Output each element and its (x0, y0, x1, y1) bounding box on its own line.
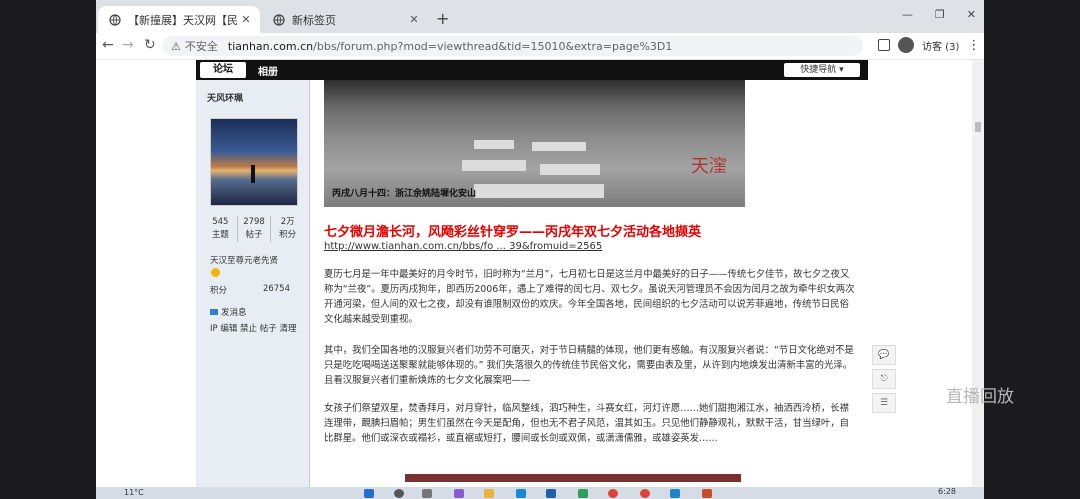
profile-label[interactable]: 访客 (3) (922, 38, 959, 53)
tab-title: 【新撞展】天汉网【民族传统礼仪 (128, 13, 238, 27)
start-icon[interactable] (364, 489, 374, 498)
warning-icon[interactable]: ⚠ (171, 40, 181, 53)
app-icon[interactable] (454, 489, 464, 498)
globe-icon (108, 13, 122, 27)
maximize-icon[interactable]: ❐ (935, 8, 945, 21)
stat-label: 积分 (279, 230, 297, 240)
close-window-icon[interactable]: ✕ (967, 8, 976, 21)
browser-toolbar: ← → ↻ ⚠ 不安全 tianhan.com.cn/bbs/forum.php… (96, 33, 984, 60)
chevron-down-icon: ▾ (839, 65, 844, 75)
security-label: 不安全 (184, 40, 218, 53)
forum-nav-bar: 论坛 相册 快捷导航 ▾ (196, 60, 868, 80)
app-icon[interactable] (670, 489, 680, 498)
stone-slab (474, 140, 514, 149)
author-rank: 天汉至尊元老先贤 (210, 256, 279, 266)
rank-star-icon (211, 268, 220, 277)
post-title: 七夕微月澹长河，风飏彩丝针穿罗——丙戌年双七夕活动各地撷英 (324, 225, 702, 240)
author-stats: 545 主题 2798 帖子 2万积分 (204, 216, 304, 242)
stone-slab (474, 184, 604, 198)
weather-widget[interactable]: 11°C (124, 488, 144, 497)
profile-avatar-icon[interactable] (898, 37, 914, 53)
post-link[interactable]: http://www.tianhan.com.cn/bbs/fo ... 39&… (324, 241, 602, 252)
minimize-icon[interactable]: — (902, 8, 913, 21)
chrome-icon[interactable] (608, 489, 618, 498)
tab-tianhan[interactable]: 【新撞展】天汉网【民族传统礼仪 ✕ (98, 6, 260, 33)
edge-icon[interactable] (516, 489, 526, 498)
post-content: 丙戌八月十四：浙江余姚陆墀化安山 天漥 七夕微月澹长河，风飏彩丝针穿罗——丙戌年… (309, 80, 869, 499)
new-tab-button[interactable]: + (436, 9, 449, 28)
next-image-edge (405, 474, 741, 482)
stone-slab (462, 160, 526, 171)
quick-nav-label: 快捷导航 (800, 65, 837, 75)
page-viewport: 论坛 相册 快捷导航 ▾ 天风环珮 545 主题 2798 帖子 2万积分 天汉至尊… (96, 60, 984, 499)
stat-value: 545 (212, 217, 229, 227)
folder-icon[interactable] (484, 489, 494, 498)
back-icon[interactable]: ← (102, 37, 114, 53)
url-path: /bbs/forum.php?mod=viewthread&tid=15010&… (313, 39, 673, 53)
stat-posts[interactable]: 2798 帖子 (238, 216, 272, 242)
stone-slab (540, 164, 600, 175)
album-link[interactable]: 相册 (258, 63, 278, 78)
post-paragraph: 其中，我们全国各地的汉服复兴者们功劳不可磨灭，对于节日精髓的体现，他们更有感触。… (324, 345, 854, 386)
send-message-link[interactable]: 发消息 (210, 306, 247, 318)
forum-logo[interactable]: 论坛 (200, 62, 246, 78)
comment-icon[interactable]: 💬 (872, 345, 896, 365)
envelope-icon (210, 309, 218, 315)
url-text[interactable]: tianhan.com.cn/bbs/forum.php?mod=viewthr… (228, 40, 673, 53)
search-icon[interactable] (394, 489, 404, 498)
task-view-icon[interactable] (422, 489, 432, 498)
stat-value: 2798 (243, 217, 265, 227)
forward-icon[interactable]: → (122, 37, 134, 53)
browser-window: 【新撞展】天汉网【民族传统礼仪 ✕ 新标签页 ✕ + — ❐ ✕ ← → ↻ ⚠… (96, 0, 984, 499)
side-panel-icon[interactable] (878, 39, 890, 51)
post-paragraph: 夏历七月是一年中最美好的月令时节，旧时称为“兰月”，七月初七日是这兰月中最美好的… (324, 269, 855, 325)
chrome-icon[interactable] (640, 489, 650, 498)
windows-taskbar: 11°C 6:28 (96, 487, 984, 499)
live-replay-overlay: 直播回放 (946, 387, 1014, 407)
clock[interactable]: 6:28 (938, 487, 956, 496)
address-bar[interactable]: ⚠ 不安全 tianhan.com.cn/bbs/forum.php?mod=v… (163, 36, 863, 56)
app-icon[interactable] (578, 489, 588, 498)
stat-label: 帖子 (245, 230, 263, 240)
scrollbar-thumb[interactable] (975, 122, 981, 132)
image-caption: 丙戌八月十四：浙江余姚陆墀化安山 (332, 189, 477, 199)
share-icon[interactable]: ⎋ (872, 369, 896, 389)
author-avatar[interactable] (210, 118, 298, 206)
silhouette-figure (251, 165, 255, 183)
globe-icon (272, 13, 286, 27)
list-icon[interactable]: ☰ (872, 393, 896, 413)
menu-icon[interactable]: ⋮ (967, 38, 980, 53)
image-watermark: 天漥 (691, 156, 727, 177)
admin-links[interactable]: IP 编辑 禁止 帖子 清理 (210, 322, 296, 334)
close-tab-icon[interactable]: ✕ (406, 13, 422, 26)
close-tab-icon[interactable]: ✕ (238, 13, 254, 26)
reload-icon[interactable]: ↻ (144, 37, 156, 53)
quick-nav-button[interactable]: 快捷导航 ▾ (784, 63, 860, 77)
stat-label: 主题 (211, 230, 229, 240)
page-scrollbar[interactable] (972, 60, 984, 499)
points-label: 积分 (210, 286, 228, 296)
tab-strip: 【新撞展】天汉网【民族传统礼仪 ✕ 新标签页 ✕ + — ❐ ✕ (96, 0, 984, 33)
post-image[interactable]: 丙戌八月十四：浙江余姚陆墀化安山 天漥 (324, 80, 745, 207)
floating-actions: 💬 ⎋ ☰ (872, 345, 898, 417)
stone-slab (532, 142, 586, 151)
stat-points[interactable]: 2万积分 (271, 216, 304, 242)
post-paragraph: 女孩子们祭望双星，焚香拜月，对月穿针，临风整线，泗巧种生，斗赛女红，河灯许愿……… (324, 403, 850, 444)
author-name[interactable]: 天风环珮 (207, 91, 243, 104)
author-points: 积分 26754 (210, 284, 290, 296)
author-sidebar: 天风环珮 545 主题 2798 帖子 2万 积分 天汉至尊元老先贤 积分 26754 … (196, 80, 309, 499)
powerpoint-icon[interactable] (702, 489, 712, 498)
stat-threads[interactable]: 545 主题 (204, 216, 238, 242)
tab-title: 新标签页 (292, 13, 336, 27)
app-icon[interactable] (546, 489, 556, 498)
stat-value: 2万 (280, 217, 295, 227)
url-host: tianhan.com.cn (227, 39, 314, 53)
tab-new-tab[interactable]: 新标签页 ✕ (262, 6, 428, 33)
send-message-label: 发消息 (221, 308, 247, 318)
points-value: 26754 (262, 284, 290, 294)
